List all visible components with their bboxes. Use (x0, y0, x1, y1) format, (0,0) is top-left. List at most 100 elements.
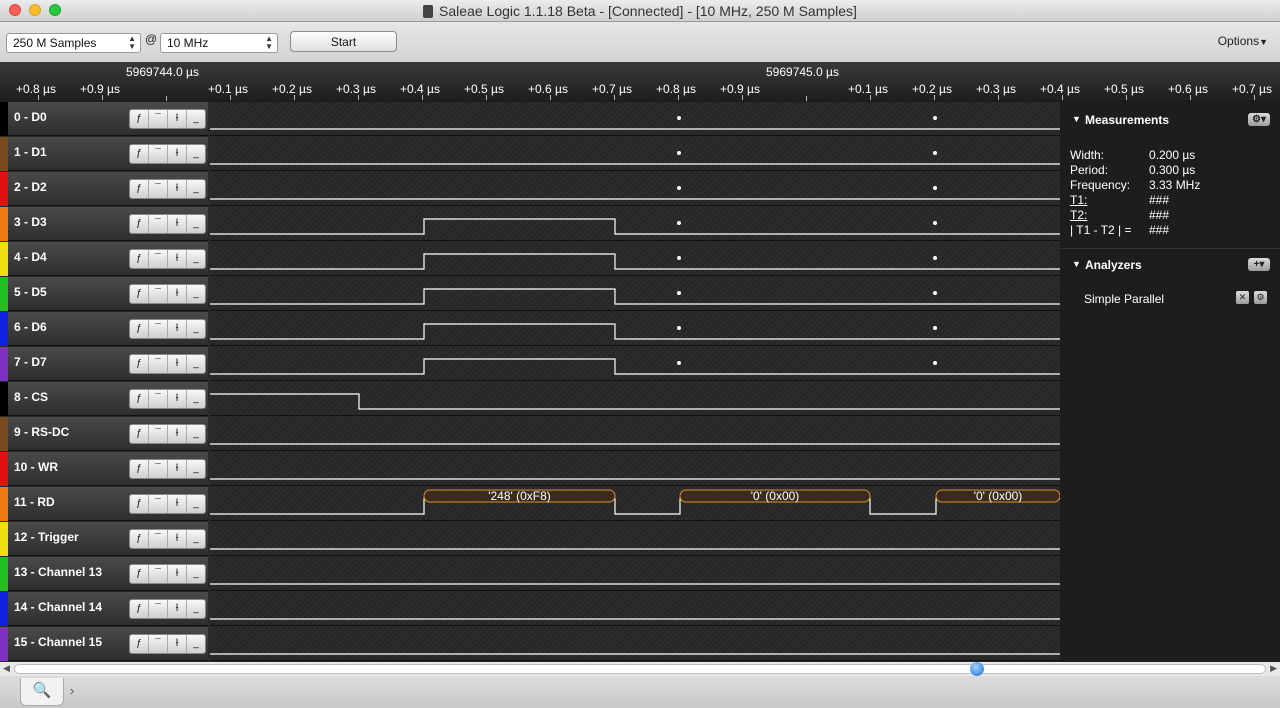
channel-label[interactable]: 14 - Channel 14 ƒ ¯ Ɨ _ (0, 592, 208, 626)
gear-icon[interactable]: ⚙ (1254, 291, 1267, 304)
channel-name[interactable]: 14 - Channel 14 (14, 600, 102, 614)
rising-edge-trigger-button[interactable]: ƒ (130, 285, 149, 303)
high-level-trigger-button[interactable]: ¯ (149, 215, 168, 233)
measurements-header[interactable]: ▼ Measurements ⚙▾ (1060, 106, 1280, 134)
channel-label[interactable]: 9 - RS-DC ƒ ¯ Ɨ _ (0, 417, 208, 451)
high-level-trigger-button[interactable]: ¯ (149, 250, 168, 268)
rising-edge-trigger-button[interactable]: ƒ (130, 110, 149, 128)
channel-name[interactable]: 10 - WR (14, 460, 58, 474)
channel-name[interactable]: 3 - D3 (14, 215, 47, 229)
channel-label[interactable]: 2 - D2 ƒ ¯ Ɨ _ (0, 172, 208, 206)
falling-edge-trigger-button[interactable]: Ɨ (168, 460, 187, 478)
channel-label[interactable]: 7 - D7 ƒ ¯ Ɨ _ (0, 347, 208, 381)
high-level-trigger-button[interactable]: ¯ (149, 495, 168, 513)
rising-edge-trigger-button[interactable]: ƒ (130, 565, 149, 583)
channel-label[interactable]: 15 - Channel 15 ƒ ¯ Ɨ _ (0, 627, 208, 661)
low-level-trigger-button[interactable]: _ (187, 530, 205, 548)
falling-edge-trigger-button[interactable]: Ɨ (168, 635, 187, 653)
falling-edge-trigger-button[interactable]: Ɨ (168, 110, 187, 128)
low-level-trigger-button[interactable]: _ (187, 180, 205, 198)
falling-edge-trigger-button[interactable]: Ɨ (168, 145, 187, 163)
options-menu-button[interactable]: Options▼ (1218, 34, 1268, 48)
channel-name[interactable]: 11 - RD (14, 495, 55, 509)
falling-edge-trigger-button[interactable]: Ɨ (168, 250, 187, 268)
scroll-track[interactable] (14, 664, 1266, 674)
falling-edge-trigger-button[interactable]: Ɨ (168, 565, 187, 583)
high-level-trigger-button[interactable]: ¯ (149, 320, 168, 338)
chevron-right-icon[interactable]: › (63, 678, 81, 705)
low-level-trigger-button[interactable]: _ (187, 320, 205, 338)
high-level-trigger-button[interactable]: ¯ (149, 530, 168, 548)
low-level-trigger-button[interactable]: _ (187, 145, 205, 163)
channel-label[interactable]: 8 - CS ƒ ¯ Ɨ _ (0, 382, 208, 416)
rising-edge-trigger-button[interactable]: ƒ (130, 180, 149, 198)
channel-label[interactable]: 3 - D3 ƒ ¯ Ɨ _ (0, 207, 208, 241)
falling-edge-trigger-button[interactable]: Ɨ (168, 390, 187, 408)
rising-edge-trigger-button[interactable]: ƒ (130, 635, 149, 653)
start-button[interactable]: Start (290, 31, 397, 52)
horizontal-scrollbar[interactable]: ◀ ▶ (0, 662, 1280, 676)
rising-edge-trigger-button[interactable]: ƒ (130, 530, 149, 548)
channel-name[interactable]: 6 - D6 (14, 320, 47, 334)
low-level-trigger-button[interactable]: _ (187, 600, 205, 618)
rising-edge-trigger-button[interactable]: ƒ (130, 425, 149, 443)
waveform-view[interactable]: '248' (0xF8) '0' (0x00) '0' (0x00) (210, 102, 1060, 662)
channel-name[interactable]: 1 - D1 (14, 145, 47, 159)
add-analyzer-button[interactable]: +▾ (1248, 258, 1270, 271)
channel-name[interactable]: 9 - RS-DC (14, 425, 69, 439)
falling-edge-trigger-button[interactable]: Ɨ (168, 530, 187, 548)
channel-name[interactable]: 15 - Channel 15 (14, 635, 102, 649)
scroll-left-icon[interactable]: ◀ (3, 663, 10, 674)
analyzers-header[interactable]: ▼ Analyzers +▾ (1060, 251, 1280, 279)
remove-analyzer-icon[interactable]: ✕ (1236, 291, 1249, 304)
high-level-trigger-button[interactable]: ¯ (149, 180, 168, 198)
low-level-trigger-button[interactable]: _ (187, 390, 205, 408)
low-level-trigger-button[interactable]: _ (187, 495, 205, 513)
falling-edge-trigger-button[interactable]: Ɨ (168, 355, 187, 373)
falling-edge-trigger-button[interactable]: Ɨ (168, 180, 187, 198)
rising-edge-trigger-button[interactable]: ƒ (130, 145, 149, 163)
channel-name[interactable]: 0 - D0 (14, 110, 47, 124)
channel-label[interactable]: 10 - WR ƒ ¯ Ɨ _ (0, 452, 208, 486)
high-level-trigger-button[interactable]: ¯ (149, 565, 168, 583)
channel-name[interactable]: 12 - Trigger (14, 530, 79, 544)
low-level-trigger-button[interactable]: _ (187, 635, 205, 653)
rising-edge-trigger-button[interactable]: ƒ (130, 355, 149, 373)
time-ruler[interactable]: 5969744.0 µs 5969745.0 µs +0.8 µs +0.9 µs… (0, 62, 1280, 102)
channel-name[interactable]: 2 - D2 (14, 180, 47, 194)
channel-label[interactable]: 5 - D5 ƒ ¯ Ɨ _ (0, 277, 208, 311)
low-level-trigger-button[interactable]: _ (187, 565, 205, 583)
low-level-trigger-button[interactable]: _ (187, 110, 205, 128)
low-level-trigger-button[interactable]: _ (187, 460, 205, 478)
sample-rate-select[interactable]: 10 MHz ▲ ▼ (160, 33, 278, 53)
high-level-trigger-button[interactable]: ¯ (149, 460, 168, 478)
high-level-trigger-button[interactable]: ¯ (149, 425, 168, 443)
low-level-trigger-button[interactable]: _ (187, 355, 205, 373)
rising-edge-trigger-button[interactable]: ƒ (130, 250, 149, 268)
channel-label[interactable]: 11 - RD ƒ ¯ Ɨ _ (0, 487, 208, 521)
falling-edge-trigger-button[interactable]: Ɨ (168, 320, 187, 338)
sample-count-select[interactable]: 250 M Samples ▲ ▼ (6, 33, 141, 53)
high-level-trigger-button[interactable]: ¯ (149, 110, 168, 128)
analyzer-item[interactable]: Simple Parallel (1084, 292, 1164, 306)
channel-label[interactable]: 13 - Channel 13 ƒ ¯ Ɨ _ (0, 557, 208, 591)
search-icon[interactable]: 🔍 (20, 678, 64, 706)
channel-label[interactable]: 6 - D6 ƒ ¯ Ɨ _ (0, 312, 208, 346)
high-level-trigger-button[interactable]: ¯ (149, 390, 168, 408)
high-level-trigger-button[interactable]: ¯ (149, 145, 168, 163)
gear-icon[interactable]: ⚙▾ (1248, 113, 1270, 126)
channel-label[interactable]: 12 - Trigger ƒ ¯ Ɨ _ (0, 522, 208, 556)
high-level-trigger-button[interactable]: ¯ (149, 635, 168, 653)
channel-name[interactable]: 4 - D4 (14, 250, 47, 264)
t1-marker-link[interactable]: T1: (1070, 193, 1087, 208)
channel-label[interactable]: 1 - D1 ƒ ¯ Ɨ _ (0, 137, 208, 171)
channel-label[interactable]: 0 - D0 ƒ ¯ Ɨ _ (0, 102, 208, 136)
rising-edge-trigger-button[interactable]: ƒ (130, 390, 149, 408)
falling-edge-trigger-button[interactable]: Ɨ (168, 425, 187, 443)
channel-name[interactable]: 13 - Channel 13 (14, 565, 102, 579)
high-level-trigger-button[interactable]: ¯ (149, 355, 168, 373)
rising-edge-trigger-button[interactable]: ƒ (130, 460, 149, 478)
channel-name[interactable]: 5 - D5 (14, 285, 47, 299)
scroll-thumb[interactable] (970, 662, 984, 676)
t2-marker-link[interactable]: T2: (1070, 208, 1087, 223)
